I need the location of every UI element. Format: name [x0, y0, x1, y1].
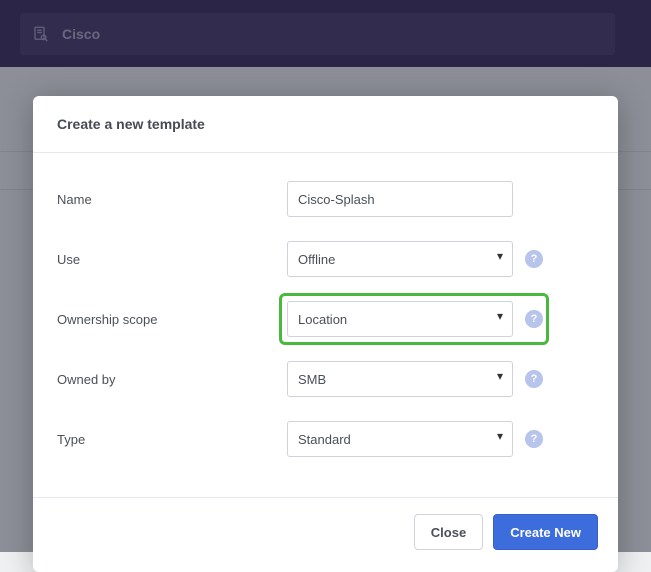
- control-ownership-scope: Location ?: [287, 301, 594, 337]
- help-icon: ?: [531, 313, 538, 325]
- ownership-scope-select-value: Location: [298, 312, 347, 327]
- modal-footer: Close Create New: [33, 497, 618, 572]
- create-new-button[interactable]: Create New: [493, 514, 598, 550]
- modal-header: Create a new template: [33, 96, 618, 153]
- modal-title: Create a new template: [57, 116, 594, 132]
- control-use: Offline ?: [287, 241, 594, 277]
- owned-by-select[interactable]: SMB: [287, 361, 513, 397]
- type-select[interactable]: Standard: [287, 421, 513, 457]
- help-ownership-scope[interactable]: ?: [525, 310, 543, 328]
- create-new-button-label: Create New: [510, 525, 581, 540]
- use-select[interactable]: Offline: [287, 241, 513, 277]
- modal-body: Name Use Offline ? Ownership scope Lo: [33, 153, 618, 497]
- control-owned-by: SMB ?: [287, 361, 594, 397]
- close-button[interactable]: Close: [414, 514, 483, 550]
- label-ownership-scope: Ownership scope: [57, 312, 287, 327]
- control-type: Standard ?: [287, 421, 594, 457]
- help-type[interactable]: ?: [525, 430, 543, 448]
- create-template-modal: Create a new template Name Use Offline ?: [33, 96, 618, 572]
- row-use: Use Offline ?: [57, 241, 594, 277]
- control-name: [287, 181, 594, 217]
- label-owned-by: Owned by: [57, 372, 287, 387]
- help-owned-by[interactable]: ?: [525, 370, 543, 388]
- row-ownership-scope: Ownership scope Location ?: [57, 301, 594, 337]
- row-owned-by: Owned by SMB ?: [57, 361, 594, 397]
- help-icon: ?: [531, 433, 538, 445]
- label-type: Type: [57, 432, 287, 447]
- type-select-value: Standard: [298, 432, 351, 447]
- use-select-value: Offline: [298, 252, 335, 267]
- ownership-scope-select[interactable]: Location: [287, 301, 513, 337]
- row-type: Type Standard ?: [57, 421, 594, 457]
- name-input[interactable]: [287, 181, 513, 217]
- row-name: Name: [57, 181, 594, 217]
- label-name: Name: [57, 192, 287, 207]
- label-use: Use: [57, 252, 287, 267]
- help-icon: ?: [531, 253, 538, 265]
- help-icon: ?: [531, 373, 538, 385]
- close-button-label: Close: [431, 525, 466, 540]
- owned-by-select-value: SMB: [298, 372, 326, 387]
- help-use[interactable]: ?: [525, 250, 543, 268]
